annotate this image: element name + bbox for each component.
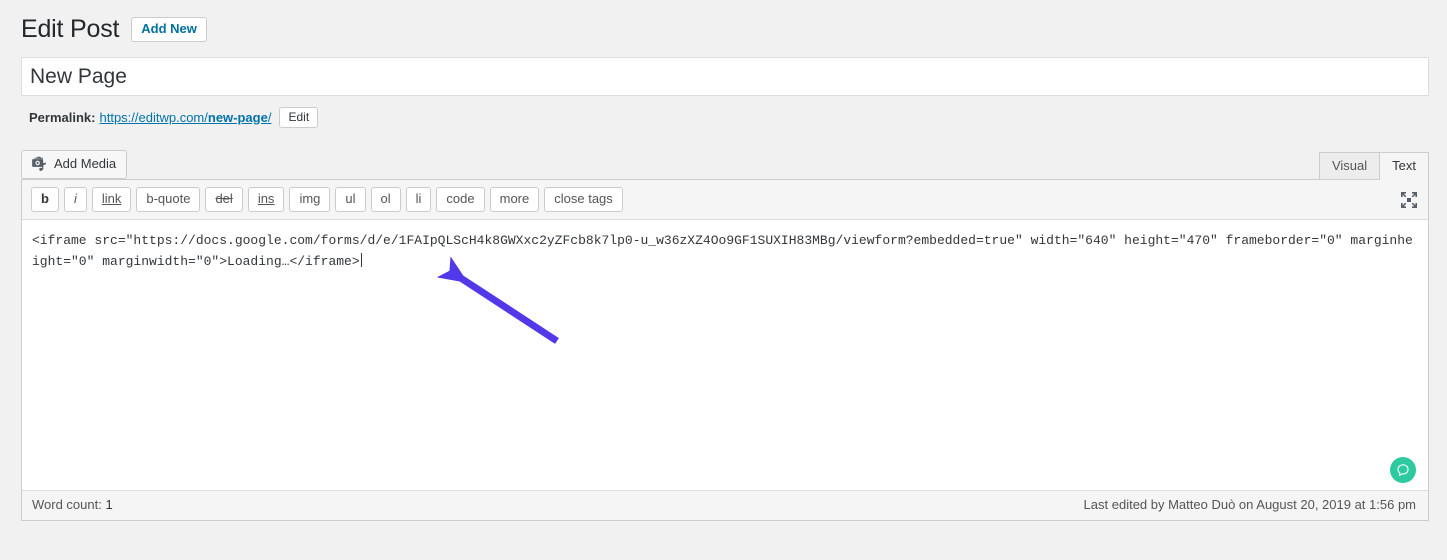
post-title-input[interactable] [21,57,1429,96]
quicktag-ul[interactable]: ul [335,187,365,212]
word-count: Word count: 1 [32,496,113,514]
editor-wrapper: Add Media Visual Text b i link b-quote d… [21,143,1429,521]
quicktag-toolbar: b i link b-quote del ins img ul ol li co… [22,180,1428,220]
permalink-url-slug: new-page [208,110,268,125]
edit-permalink-button[interactable]: Edit [279,107,318,128]
add-media-icon [30,155,48,173]
word-count-value: 1 [105,497,112,512]
page-title: Edit Post [21,14,119,44]
chat-bubble-icon [1396,463,1410,477]
word-count-label: Word count: [32,497,102,512]
permalink-label: Permalink: [29,110,95,125]
quicktag-close-tags[interactable]: close tags [544,187,623,212]
post-content-textarea[interactable]: <iframe src="https://docs.google.com/for… [22,220,1428,490]
quicktag-li[interactable]: li [406,187,432,212]
quicktag-img[interactable]: img [289,187,330,212]
tab-text[interactable]: Text [1379,152,1429,180]
post-content-code: <iframe src="https://docs.google.com/for… [32,233,1413,269]
permalink-link[interactable]: https://editwp.com/new-page/ [99,110,271,125]
quicktag-ins[interactable]: ins [248,187,285,212]
page-header: Edit Post Add New [0,0,1447,46]
add-media-button[interactable]: Add Media [21,150,127,179]
quicktag-code[interactable]: code [436,187,484,212]
add-media-label: Add Media [54,156,116,172]
quicktag-link[interactable]: link [92,187,132,212]
quicktag-i[interactable]: i [64,187,87,212]
chat-widget-button[interactable] [1390,457,1416,483]
quicktag-ol[interactable]: ol [371,187,401,212]
fullscreen-expand-icon[interactable] [1399,190,1419,210]
quicktag-del[interactable]: del [205,187,242,212]
media-and-tabs-row: Add Media Visual Text [21,143,1429,179]
text-cursor [361,253,362,267]
permalink-url-suffix: / [268,110,272,125]
editor-mode-tabs: Visual Text [1319,152,1429,179]
editor-status-bar: Word count: 1 Last edited by Matteo Duò … [22,490,1428,520]
quicktag-more[interactable]: more [490,187,540,212]
editor-box: b i link b-quote del ins img ul ol li co… [21,179,1429,521]
quicktag-b[interactable]: b [31,187,59,212]
title-field-wrapper [0,46,1447,96]
add-new-button[interactable]: Add New [131,17,207,42]
permalink-row: Permalink: https://editwp.com/new-page/ … [0,96,1447,129]
quicktag-b-quote[interactable]: b-quote [136,187,200,212]
tab-visual[interactable]: Visual [1319,152,1380,180]
permalink-url-prefix: https://editwp.com/ [99,110,207,125]
last-edited-info: Last edited by Matteo Duò on August 20, … [1084,496,1416,514]
